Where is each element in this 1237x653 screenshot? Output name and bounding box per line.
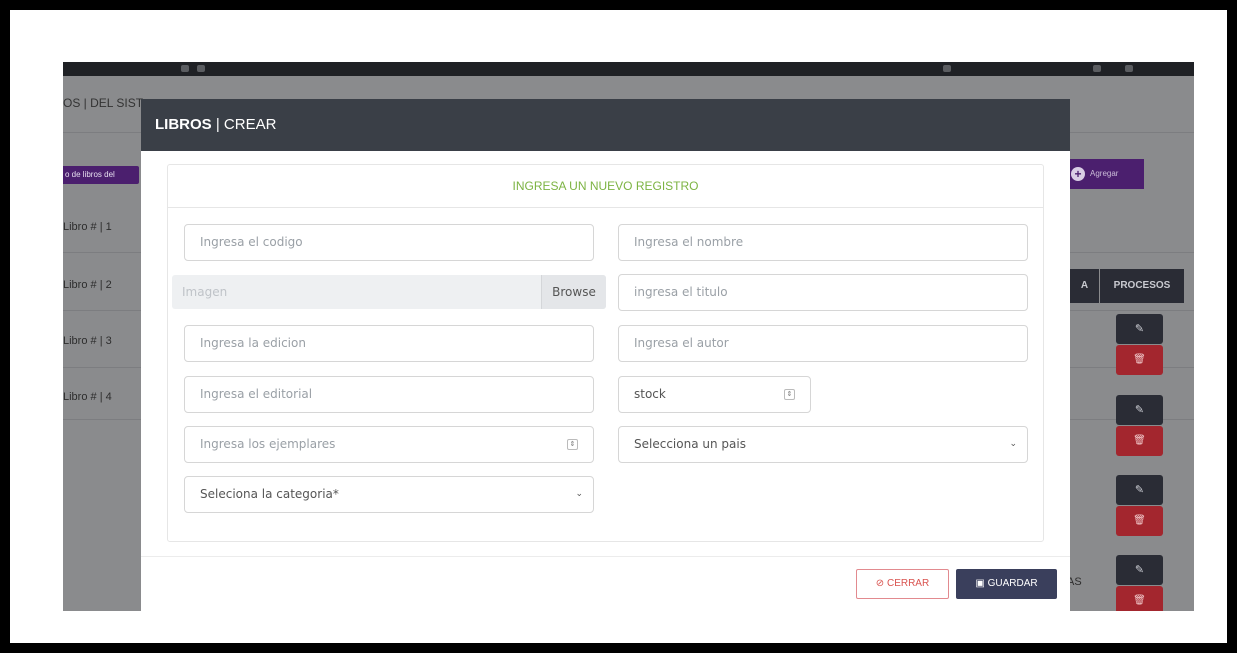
nav-icon <box>197 65 205 72</box>
categoria-selected: Seleciona la categoria* <box>200 487 339 501</box>
chevron-down-icon: ⌄ <box>1009 439 1017 449</box>
browse-button[interactable]: Browse <box>541 275 606 309</box>
guardar-button[interactable]: ▣ GUARDAR <box>956 569 1057 599</box>
delete-button[interactable]: 🗑 <box>1116 426 1163 456</box>
autor-input[interactable]: Ingresa el autor <box>618 325 1028 362</box>
stock-stepper[interactable]: stock ⇕ <box>618 376 811 413</box>
add-button[interactable]: + Agregar <box>1066 159 1144 189</box>
chevron-down-icon: ⌄ <box>575 489 583 499</box>
ejemplares-stepper[interactable]: Ingresa los ejemplares ⇕ <box>184 426 594 463</box>
breadcrumb: OS | DEL SIST <box>63 96 144 110</box>
nav-icon <box>1093 65 1101 72</box>
cerrar-label: CERRAR <box>886 578 930 589</box>
form-card: INGRESA UN NUEVO REGISTRO Ingresa el cod… <box>167 164 1044 542</box>
list-item-libro-1: Libro # | 1 <box>63 221 112 233</box>
list-item-libro-2: Libro # | 2 <box>63 279 112 291</box>
app-window: OS | DEL SIST o de libros del Libro # | … <box>63 62 1194 611</box>
imagen-file-input[interactable]: Imagen Browse <box>172 275 606 309</box>
edit-button[interactable]: ✎ <box>1116 314 1163 344</box>
nombre-input[interactable]: Ingresa el nombre <box>618 224 1028 261</box>
delete-button[interactable]: 🗑 <box>1116 345 1163 375</box>
top-navbar <box>63 62 1194 76</box>
spinner-icon[interactable]: ⇕ <box>567 439 578 450</box>
table-header-a: A <box>1070 269 1099 303</box>
form-subtitle: INGRESA UN NUEVO REGISTRO <box>168 165 1043 208</box>
modal-footer: ⊘ CERRAR ▣ GUARDAR <box>141 556 1070 611</box>
modal-title-strong: LIBROS <box>155 116 212 133</box>
list-item-libro-4: Libro # | 4 <box>63 391 112 403</box>
nav-icon <box>1125 65 1133 72</box>
editorial-input[interactable]: Ingresa el editorial <box>184 376 594 413</box>
titulo-input[interactable]: ingresa el titulo <box>618 274 1028 311</box>
edicion-input[interactable]: Ingresa la edicion <box>184 325 594 362</box>
cerrar-button[interactable]: ⊘ CERRAR <box>856 569 949 599</box>
pais-select[interactable]: Selecciona un pais ⌄ <box>618 426 1028 463</box>
pais-selected: Selecciona un pais <box>634 437 746 451</box>
ban-icon: ⊘ <box>875 578 885 589</box>
delete-button[interactable]: 🗑 <box>1116 506 1163 536</box>
modal-title-rest: | CREAR <box>211 116 277 133</box>
plus-icon: + <box>1071 167 1085 181</box>
stock-value: stock <box>634 387 666 401</box>
screenshot-frame: OS | DEL SIST o de libros del Libro # | … <box>10 10 1227 643</box>
delete-button[interactable]: 🗑 <box>1116 586 1163 611</box>
guardar-label: GUARDAR <box>987 578 1038 589</box>
imagen-placeholder: Imagen <box>182 285 228 299</box>
list-item-libro-3: Libro # | 3 <box>63 335 112 347</box>
ejemplares-placeholder: Ingresa los ejemplares <box>200 437 336 451</box>
edit-button[interactable]: ✎ <box>1116 555 1163 585</box>
codigo-input[interactable]: Ingresa el codigo <box>184 224 594 261</box>
list-pill[interactable]: o de libros del <box>63 166 139 184</box>
table-header-procesos: PROCESOS <box>1100 269 1184 303</box>
nav-icon <box>181 65 189 72</box>
edit-button[interactable]: ✎ <box>1116 475 1163 505</box>
add-button-label: Agregar <box>1090 169 1119 178</box>
save-icon: ▣ <box>975 578 985 589</box>
edit-button[interactable]: ✎ <box>1116 395 1163 425</box>
nav-icon <box>943 65 951 72</box>
modal-header: LIBROS | CREAR <box>141 99 1070 151</box>
categoria-select[interactable]: Seleciona la categoria* ⌄ <box>184 476 594 513</box>
spinner-icon[interactable]: ⇕ <box>784 389 795 400</box>
create-book-modal: LIBROS | CREAR INGRESA UN NUEVO REGISTRO… <box>141 99 1070 611</box>
